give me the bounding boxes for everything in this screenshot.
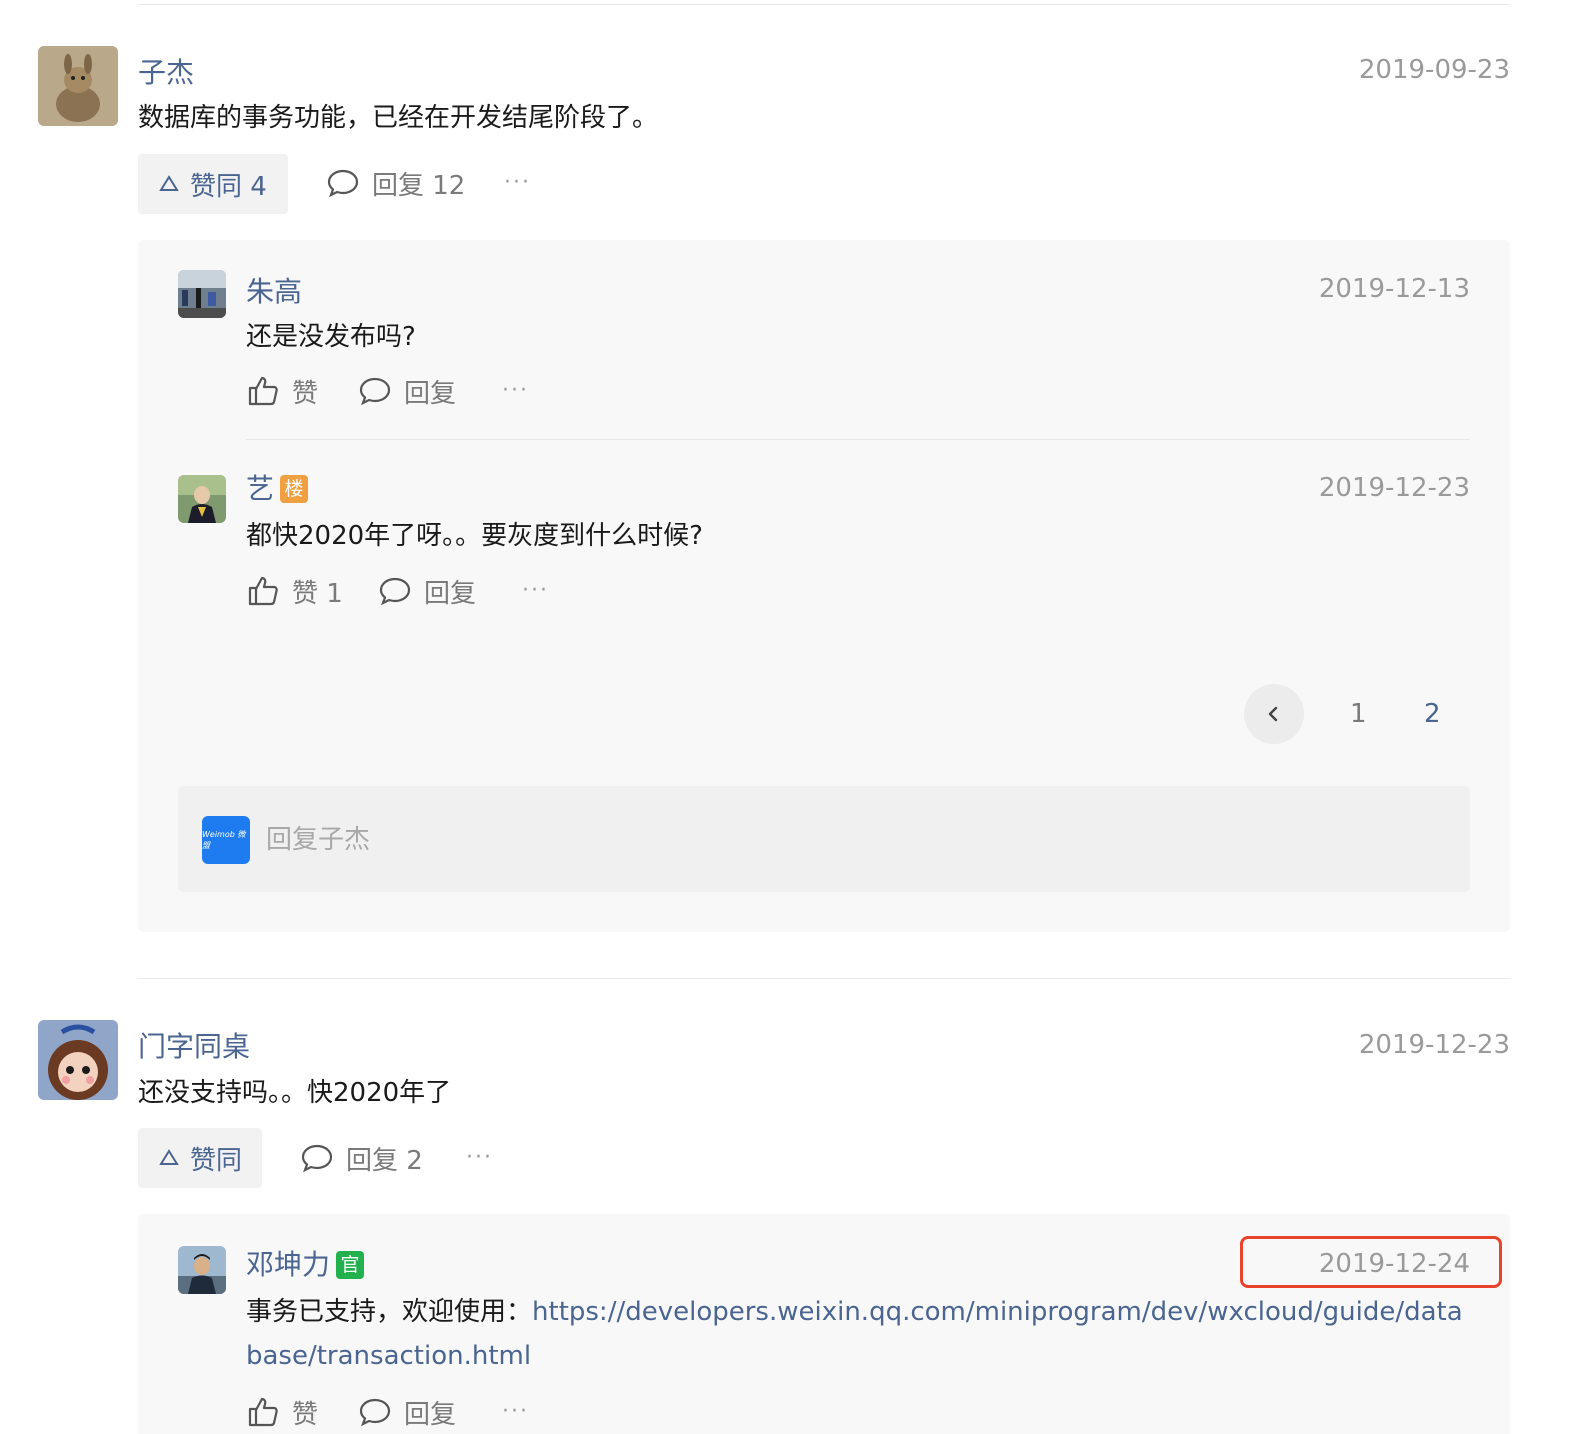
comment-divider	[138, 978, 1510, 979]
agree-button[interactable]: 赞同 4	[138, 154, 288, 214]
reply-text: 还是没发布吗?	[246, 322, 416, 352]
pager-page-1[interactable]: 1	[1350, 698, 1367, 730]
reply-author[interactable]: 朱高	[246, 275, 302, 309]
reply-label: 回复	[424, 578, 477, 609]
comment-bubble-icon	[301, 1144, 333, 1173]
thumbs-up-icon	[248, 1397, 278, 1427]
triangle-up-icon	[159, 1149, 179, 1165]
comment-date: 2019-09-23	[1358, 55, 1510, 85]
avatar-zijie[interactable]	[38, 46, 118, 126]
reply-author-name: 邓坤力	[246, 1248, 331, 1281]
more-icon[interactable]: ···	[522, 571, 549, 611]
top-divider	[138, 4, 1510, 5]
thumbs-up-icon	[248, 576, 278, 606]
reply-label: 回复 2	[346, 1145, 423, 1176]
like-button[interactable]: 赞 1	[246, 571, 343, 611]
like-label: 赞 1	[292, 578, 343, 609]
comment-bubble-icon	[327, 169, 359, 198]
reply-label: 回复	[404, 1399, 457, 1430]
like-button[interactable]: 赞	[246, 1392, 318, 1432]
reply-date: 2019-12-13	[1318, 274, 1470, 304]
reply-text-prefix: 事务已支持，欢迎使用：	[246, 1297, 533, 1327]
avatar-yi[interactable]	[178, 475, 226, 523]
reply-input-placeholder: 回复子杰	[266, 825, 371, 855]
reply-button[interactable]: 回复 2	[300, 1138, 423, 1178]
more-icon[interactable]: ···	[466, 1138, 493, 1178]
reply-label: 回复	[404, 378, 457, 409]
comment-bubble-icon	[359, 377, 391, 406]
like-label: 赞	[292, 1399, 319, 1430]
date-highlight-box	[1240, 1236, 1502, 1288]
comment-bubble-icon	[359, 1398, 391, 1427]
chevron-left-icon	[1268, 706, 1278, 722]
reply-input-box[interactable]: Weimob 微盟 回复子杰	[178, 786, 1470, 892]
reply-author-name: 艺	[246, 472, 275, 505]
reply-author[interactable]: 邓坤力官	[246, 1248, 365, 1282]
more-icon[interactable]: ···	[502, 371, 529, 411]
official-badge: 官	[336, 1251, 365, 1279]
comment-date: 2019-12-23	[1358, 1030, 1510, 1060]
agree-label: 赞同 4	[190, 171, 267, 202]
avatar-zhugao[interactable]	[178, 270, 226, 318]
reply-button[interactable]: 回复	[358, 1392, 456, 1432]
reply-divider	[246, 439, 1470, 440]
more-icon[interactable]: ···	[502, 1392, 529, 1432]
transaction-doc-link[interactable]: https://developers.weixin.qq.com/minipro…	[532, 1297, 1463, 1327]
more-icon[interactable]: ···	[504, 163, 531, 203]
pager-prev-button[interactable]	[1244, 684, 1304, 744]
reply-text: 都快2020年了呀。。要灰度到什么时候?	[246, 521, 703, 551]
thumbs-up-icon	[248, 376, 278, 406]
reply-text: 事务已支持，欢迎使用：https://developers.weixin.qq.…	[246, 1290, 1476, 1378]
reply-button[interactable]: 回复	[358, 371, 456, 411]
avatar-dengkunli[interactable]	[178, 1246, 226, 1294]
agree-label: 赞同	[190, 1145, 243, 1176]
agree-button[interactable]: 赞同	[138, 1128, 262, 1188]
triangle-up-icon	[159, 175, 179, 191]
avatar-menzitongzhuo[interactable]	[38, 1020, 118, 1100]
pager-page-2[interactable]: 2	[1424, 698, 1441, 730]
like-button[interactable]: 赞	[246, 371, 318, 411]
reply-date: 2019-12-23	[1318, 473, 1470, 503]
comment-text: 还没支持吗。。快2020年了	[138, 1078, 452, 1108]
like-label: 赞	[292, 378, 319, 409]
reply-author[interactable]: 艺楼	[246, 472, 309, 506]
comment-bubble-icon	[379, 577, 411, 606]
comment-author[interactable]: 门字同桌	[138, 1030, 250, 1064]
transaction-doc-link-cont[interactable]: base/transaction.html	[246, 1341, 531, 1371]
replies-panel: 朱高 2019-12-13 还是没发布吗? 赞 回复 ··· 艺楼 2019-1…	[138, 240, 1510, 932]
comment-author[interactable]: 子杰	[138, 56, 194, 90]
reply-button[interactable]: 回复 12	[326, 163, 465, 203]
floor-badge: 楼	[280, 475, 309, 503]
reply-button[interactable]: 回复	[378, 571, 476, 611]
weimob-avatar: Weimob 微盟	[202, 816, 250, 864]
reply-label: 回复 12	[372, 170, 466, 201]
comment-text: 数据库的事务功能，已经在开发结尾阶段了。	[138, 103, 659, 133]
